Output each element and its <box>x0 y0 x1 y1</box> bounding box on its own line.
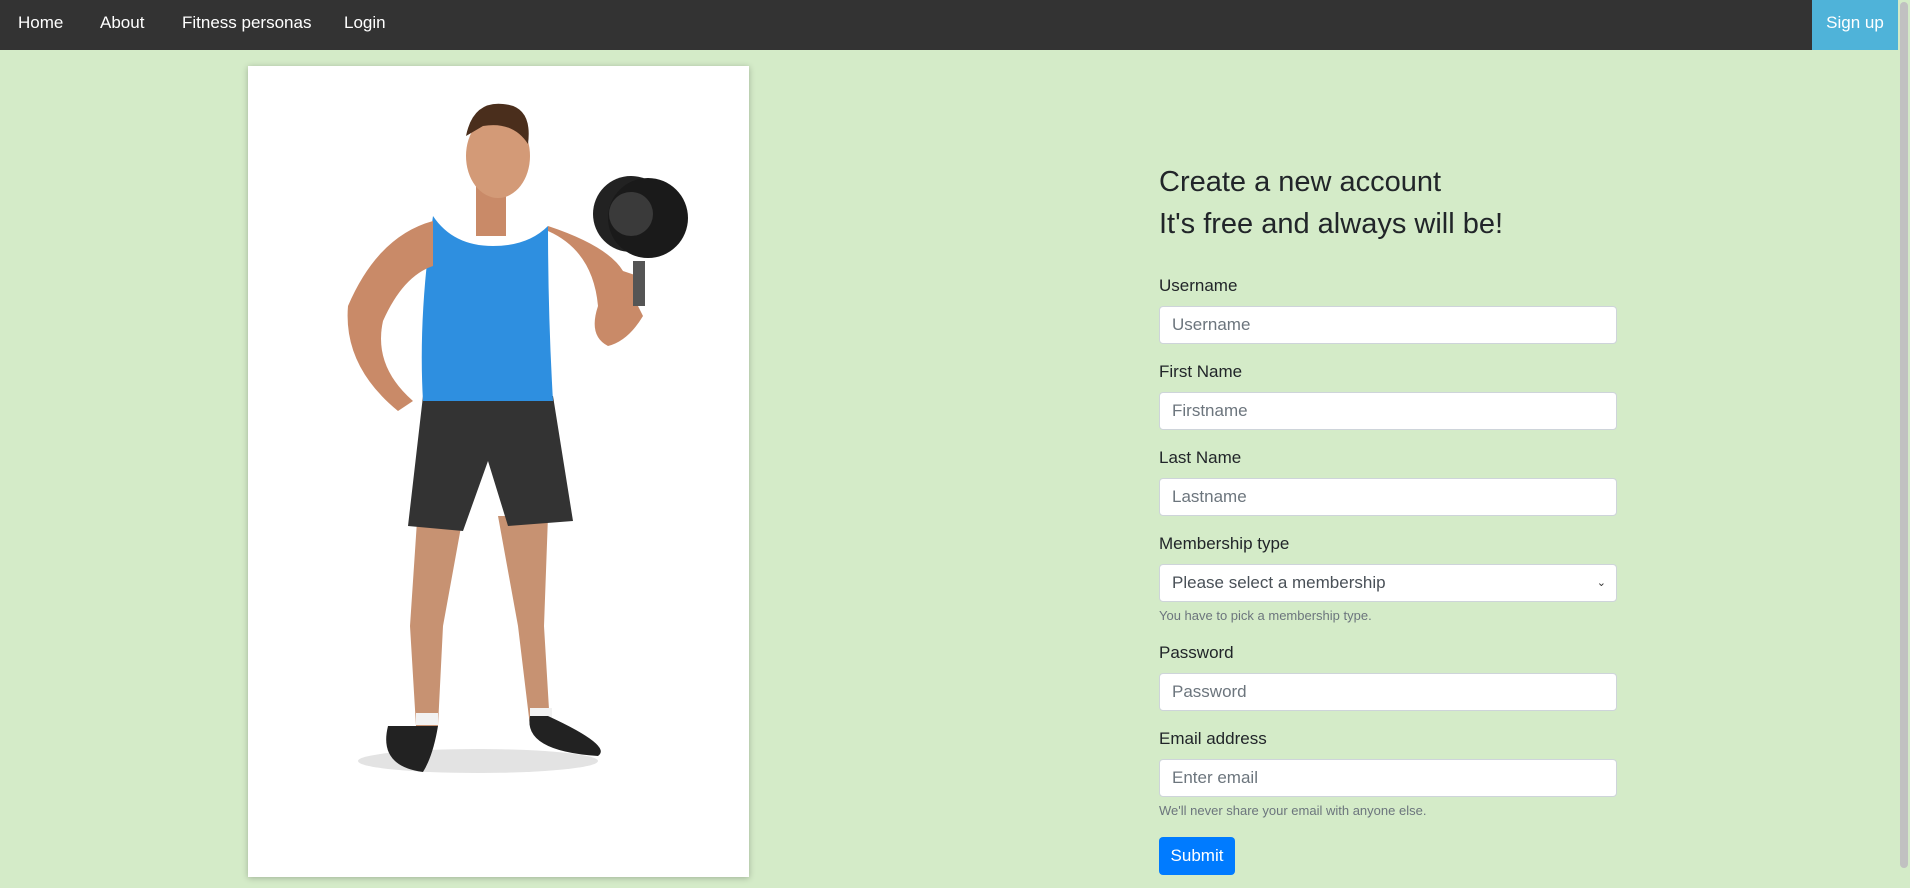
chevron-down-icon: ⌄ <box>1596 577 1606 589</box>
membership-selected-value: Please select a membership <box>1172 573 1386 592</box>
membership-label: Membership type <box>1159 534 1290 553</box>
lastname-input[interactable] <box>1159 478 1617 516</box>
username-label: Username <box>1159 276 1238 295</box>
firstname-input[interactable] <box>1159 392 1617 430</box>
nav-fitness-personas-link[interactable]: Fitness personas <box>182 0 311 50</box>
nav-home-link[interactable]: Home <box>18 0 63 50</box>
email-help-text: We'll never share your email with anyone… <box>1159 803 1427 818</box>
form-subheading: It's free and always will be! <box>1159 208 1504 240</box>
password-label: Password <box>1159 643 1234 662</box>
fitness-man-with-dumbbell-photo <box>347 103 688 773</box>
username-input[interactable] <box>1159 306 1617 344</box>
nav-login-link[interactable]: Login <box>344 0 386 50</box>
firstname-label: First Name <box>1159 362 1243 381</box>
nav-about-link[interactable]: About <box>100 0 144 50</box>
submit-button[interactable]: Submit <box>1159 837 1235 875</box>
membership-help-text: You have to pick a membership type. <box>1159 608 1372 623</box>
email-input[interactable] <box>1159 759 1617 797</box>
lastname-label: Last Name <box>1159 448 1242 467</box>
signup-button[interactable]: Sign up <box>1812 0 1898 50</box>
hero-image-card <box>248 66 749 877</box>
email-label: Email address <box>1159 729 1267 748</box>
scrollbar-thumb[interactable] <box>1900 2 1908 868</box>
password-input[interactable] <box>1159 673 1617 711</box>
top-navbar: Home About Fitness personas Login Sign u… <box>0 0 1910 50</box>
page-scrollbar[interactable] <box>1898 0 1910 888</box>
form-heading: Create a new account <box>1159 166 1442 198</box>
membership-select[interactable]: Please select a membership ⌄ <box>1159 564 1617 602</box>
